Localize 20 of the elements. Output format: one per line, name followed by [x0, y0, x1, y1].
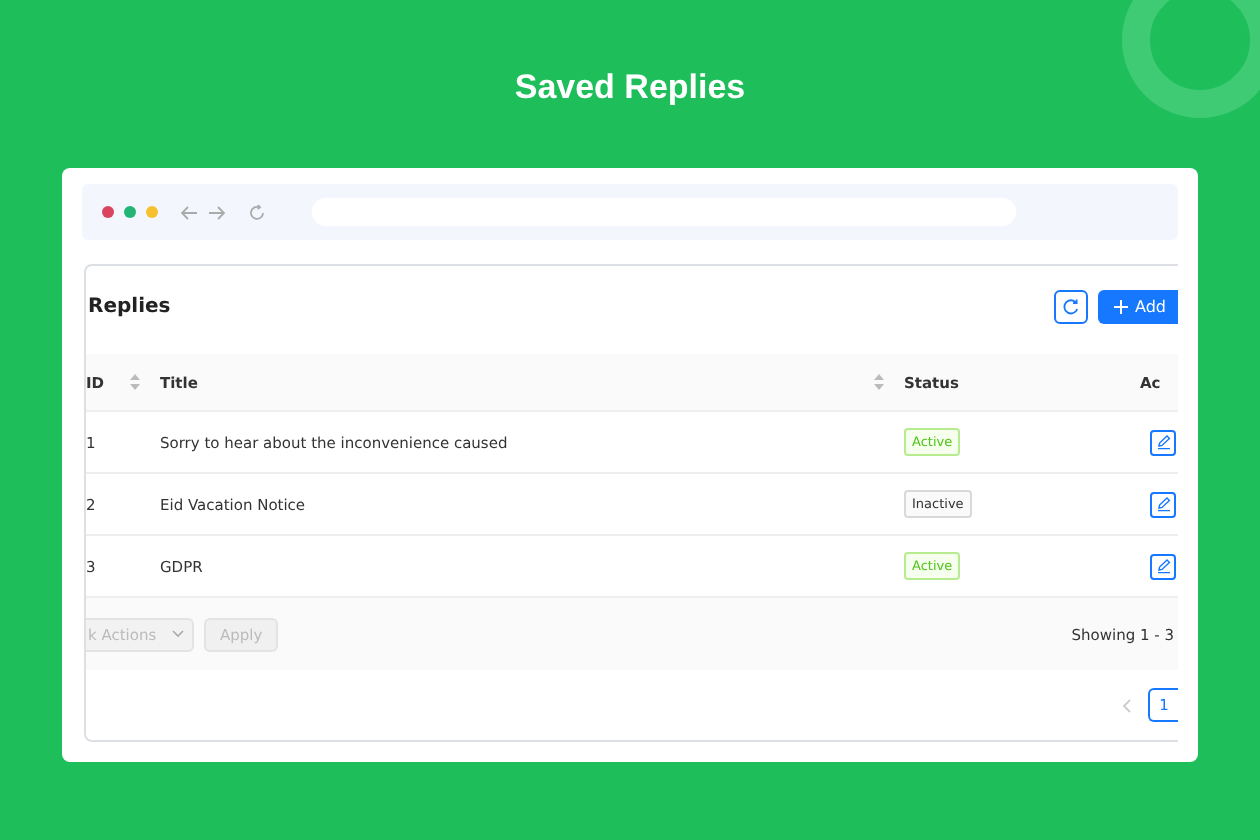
edit-button[interactable] — [1150, 491, 1176, 517]
refresh-button[interactable] — [1053, 289, 1087, 323]
add-button[interactable]: Add — [1097, 289, 1178, 323]
edit-button[interactable] — [1150, 553, 1176, 579]
reload-icon[interactable] — [248, 203, 266, 221]
forward-arrow-icon[interactable] — [208, 205, 226, 219]
pencil-icon — [1155, 558, 1171, 574]
back-arrow-icon[interactable] — [180, 205, 198, 219]
plus-icon — [1113, 299, 1127, 313]
sort-icon[interactable] — [130, 374, 140, 390]
sort-icon[interactable] — [874, 374, 884, 390]
pencil-icon — [1155, 496, 1171, 512]
edit-button[interactable] — [1150, 429, 1176, 455]
page-title: Saved Replies — [514, 68, 746, 110]
chevron-down-icon — [172, 630, 184, 638]
refresh-icon — [1061, 297, 1079, 315]
window-controls-icon — [102, 206, 158, 218]
previous-page-icon[interactable] — [1122, 697, 1132, 713]
pencil-icon — [1155, 434, 1171, 450]
panel-title: Replies — [88, 295, 171, 317]
